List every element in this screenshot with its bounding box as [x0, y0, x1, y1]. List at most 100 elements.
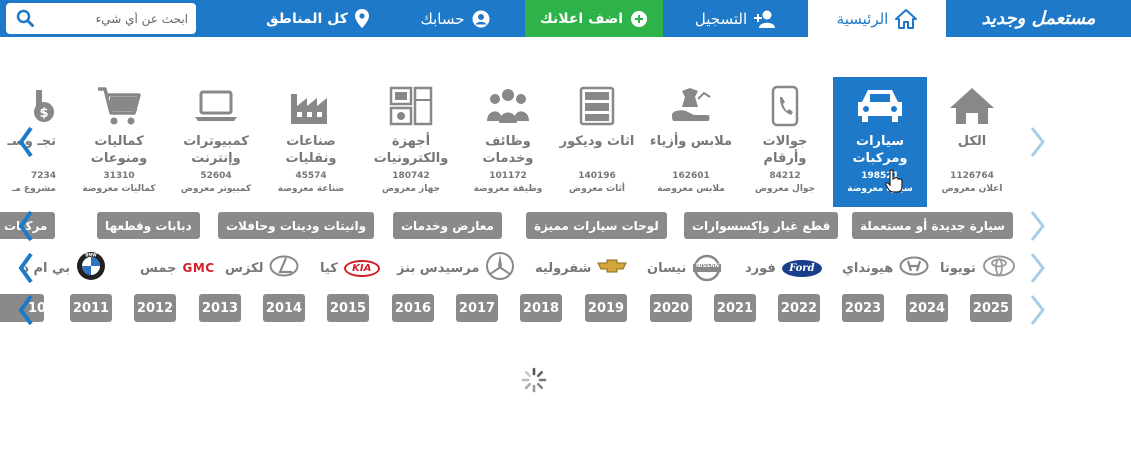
people-icon: [462, 82, 554, 130]
years-next-arrow[interactable]: [1025, 292, 1049, 328]
category-electronics[interactable]: أجهزة والكترونيات 180742 جهاز معروض: [361, 77, 461, 207]
brand-label: لكزس: [225, 260, 264, 276]
category-count: 180742: [392, 171, 430, 181]
year-button[interactable]: 2021: [714, 294, 756, 322]
category-unit: اعلان معروض: [941, 184, 1003, 194]
categories-prev-arrow[interactable]: [14, 124, 38, 160]
category-unit: صناعة معروضة: [277, 184, 345, 194]
nav-register[interactable]: التسجيل: [663, 0, 808, 37]
brand-gmc[interactable]: GMC جمس: [140, 252, 215, 284]
category-furniture[interactable]: اثاث وديكور 140196 أثاث معروض: [551, 77, 643, 207]
category-unit: كمبيوتر معروض: [180, 184, 252, 194]
nav-account[interactable]: حسابك: [385, 0, 525, 37]
category-unit: وظيفة معروضة: [473, 184, 543, 194]
category-cars[interactable]: سيارات ومركبات 198521 سيارة معروضة: [833, 77, 927, 207]
category-count: 162601: [672, 171, 710, 181]
category-unit: جهاز معروض: [381, 184, 441, 194]
brand-ford[interactable]: Ford فورد: [745, 252, 822, 284]
category-all[interactable]: الكل 1126764 اعلان معروض: [926, 77, 1018, 207]
year-button[interactable]: 2020: [650, 294, 692, 322]
brand-hyundai[interactable]: هيونداي: [842, 252, 929, 284]
category-jobs[interactable]: وظائف وخدمات 101172 وظيفة معروضة: [462, 77, 554, 207]
bmw-logo-icon: BMW: [76, 252, 106, 284]
year-button[interactable]: 2014: [263, 294, 305, 322]
site-logo[interactable]: مستعمل وجديد: [946, 0, 1131, 37]
category-count: 45574: [295, 171, 327, 181]
search-input[interactable]: [44, 4, 194, 33]
category-name: وظائف وخدمات: [482, 134, 534, 166]
money-icon: $: [0, 82, 56, 130]
laptop-icon: [170, 82, 262, 130]
year-button[interactable]: 2017: [456, 294, 498, 322]
tag-new-used-cars[interactable]: سيارة جديدة أو مستعملة: [852, 212, 1013, 239]
category-count: 7234: [30, 171, 56, 181]
tag-spare-parts[interactable]: قطع غيار وإكسسوارات: [684, 212, 839, 239]
year-button[interactable]: 2018: [520, 294, 562, 322]
category-clothes[interactable]: ملابس وأزياء 162601 ملابس معروضة: [645, 77, 737, 207]
tag-showrooms[interactable]: معارض وخدمات: [393, 212, 502, 239]
year-button[interactable]: 2012: [134, 294, 176, 322]
brand-label: فورد: [745, 260, 776, 276]
brand-toyota[interactable]: تويوتا: [940, 252, 1016, 284]
category-computers[interactable]: كمبيوترات وإنترنت 52604 كمبيوتر معروض: [170, 77, 262, 207]
subcategories-next-arrow[interactable]: [1025, 208, 1049, 244]
brand-kia[interactable]: KIA كيا: [320, 252, 380, 284]
brand-label: كيا: [320, 260, 338, 276]
category-phones[interactable]: جوالات وأرقام 84212 جوال معروض: [739, 77, 831, 207]
brand-label: جمس: [140, 260, 177, 276]
nissan-logo-icon: NISSAN: [692, 253, 722, 283]
year-button[interactable]: 2024: [906, 294, 948, 322]
map-pin-icon: [354, 9, 369, 28]
year-button[interactable]: 2016: [392, 294, 434, 322]
phone-icon: [739, 82, 831, 130]
category-unit: ملابس معروضة: [657, 184, 725, 194]
brand-label: تويوتا: [940, 260, 976, 276]
brands-prev-arrow[interactable]: [14, 250, 38, 286]
home-icon: [895, 8, 918, 29]
user-plus-icon: [754, 10, 776, 28]
subcategories-prev-arrow[interactable]: [14, 208, 38, 244]
year-button[interactable]: 2022: [778, 294, 820, 322]
hyundai-logo-icon: [899, 256, 929, 280]
tag-trucks-buses[interactable]: وانيتات ودينات وحافلات: [218, 212, 375, 239]
factory-icon: [265, 82, 357, 130]
brand-nissan[interactable]: NISSAN نيسان: [647, 252, 722, 284]
year-button[interactable]: 2013: [199, 294, 241, 322]
gmc-logo-icon: GMC: [182, 261, 215, 275]
year-button[interactable]: 2019: [585, 294, 627, 322]
years-prev-arrow[interactable]: [14, 292, 38, 328]
add-ad-button[interactable]: اضف اعلانك: [525, 0, 663, 37]
chevrolet-logo-icon: [597, 259, 628, 277]
cart-icon: [73, 82, 165, 130]
category-name: الكل: [957, 134, 987, 149]
category-accessories[interactable]: كماليات ومنوعات 31310 كماليات معروضة: [73, 77, 165, 207]
nav-home[interactable]: الرئيسية: [808, 0, 946, 37]
nav-areas[interactable]: كل المناطق: [250, 0, 385, 37]
category-count: 140196: [578, 171, 616, 181]
year-button[interactable]: 2015: [327, 294, 369, 322]
categories-next-arrow[interactable]: [1025, 124, 1049, 160]
year-button[interactable]: 2023: [842, 294, 884, 322]
brand-chevrolet[interactable]: شفروليه: [535, 252, 628, 284]
home-icon: [926, 82, 1018, 130]
nav-account-label: حسابك: [420, 9, 465, 28]
category-industry[interactable]: صناعات ونقليات 45574 صناعة معروضة: [265, 77, 357, 207]
category-name: صناعات ونقليات: [285, 134, 337, 166]
brand-mercedes[interactable]: مرسيدس بنز: [397, 252, 515, 284]
category-unit: مشروع مـ: [12, 184, 56, 194]
tag-motorcycles[interactable]: دبابات وقطعها: [97, 212, 200, 239]
nav-register-label: التسجيل: [694, 9, 748, 28]
nav-areas-label: كل المناطق: [266, 10, 348, 27]
brand-lexus[interactable]: لكزس: [225, 252, 299, 284]
category-name: كمبيوترات وإنترنت: [183, 134, 249, 166]
tag-special-plates[interactable]: لوحات سيارات مميزة: [526, 212, 667, 239]
category-count: 1126764: [950, 171, 994, 181]
brands-next-arrow[interactable]: [1025, 250, 1049, 286]
kia-logo-icon: KIA: [343, 259, 380, 277]
year-button[interactable]: 2011: [70, 294, 112, 322]
hand-cursor-icon: [885, 169, 903, 197]
search-icon[interactable]: [16, 9, 34, 31]
site-logo-text: مستعمل وجديد: [981, 8, 1096, 29]
year-button[interactable]: 2025: [970, 294, 1012, 322]
loading-spinner-icon: [520, 366, 548, 394]
